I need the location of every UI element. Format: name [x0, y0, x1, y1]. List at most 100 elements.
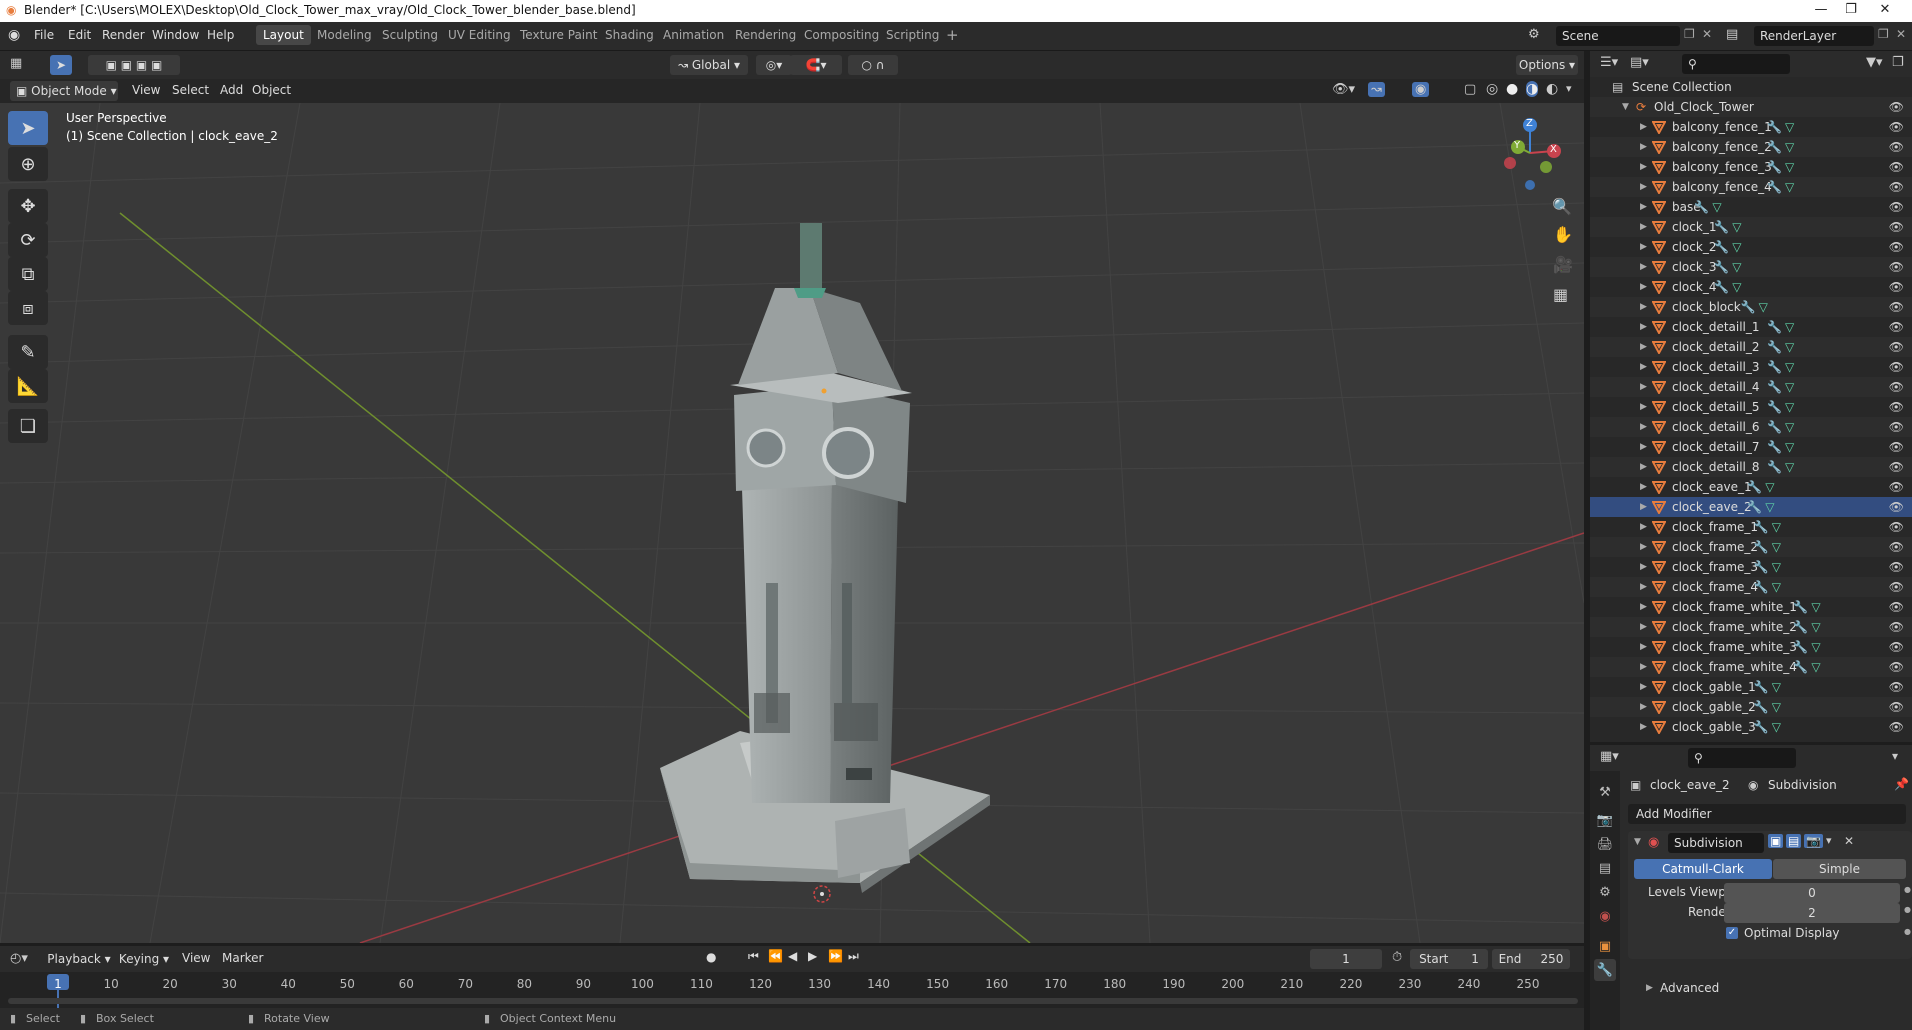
eye-icon[interactable]: 👁	[1889, 537, 1904, 557]
expand-arrow-icon[interactable]: ▶	[1640, 257, 1647, 277]
modifier-name-field[interactable]: Subdivision	[1668, 833, 1764, 853]
eye-icon[interactable]: 👁	[1889, 557, 1904, 577]
outliner-item[interactable]: ▶ clock_gable_2 🔧 ▽ 👁	[1590, 697, 1912, 717]
modifier-wrench-icon[interactable]: 🔧	[1754, 717, 1769, 737]
tab-modeling[interactable]: Modeling	[310, 25, 379, 45]
mesh-data-icon[interactable]: ▽	[1772, 557, 1781, 577]
modifier-wrench-icon[interactable]: 🔧	[1767, 377, 1782, 397]
outliner-item[interactable]: ▶ clock_detaill_7 🔧 ▽ 👁	[1590, 437, 1912, 457]
select-tool-button[interactable]: ➤	[50, 55, 72, 75]
mesh-data-icon[interactable]: ▽	[1732, 237, 1741, 257]
eye-icon[interactable]: 👁	[1889, 217, 1904, 237]
mesh-data-icon[interactable]: ▽	[1759, 297, 1768, 317]
modifier-wrench-icon[interactable]: 🔧	[1754, 537, 1769, 557]
eye-icon[interactable]: 👁	[1889, 377, 1904, 397]
tool-transform[interactable]: ⧈	[8, 291, 48, 325]
outliner-editor-icon[interactable]: ☰▾	[1600, 55, 1618, 70]
expand-arrow-icon[interactable]: ▼	[1622, 97, 1629, 117]
mesh-data-icon[interactable]: ▽	[1732, 277, 1741, 297]
outliner-item[interactable]: ▶ clock_gable_3 🔧 ▽ 👁	[1590, 717, 1912, 737]
mesh-data-icon[interactable]: ▽	[1772, 697, 1781, 717]
remove-modifier-icon[interactable]: ✕	[1844, 834, 1854, 848]
new-scene-icon[interactable]: ❐	[1684, 27, 1695, 41]
outliner-scene-collection[interactable]: ▤ Scene Collection	[1590, 77, 1912, 97]
viewport-menu-object[interactable]: Object	[252, 83, 291, 97]
outliner-item[interactable]: ▶ clock_block 🔧 ▽ 👁	[1590, 297, 1912, 317]
eye-icon[interactable]: 👁	[1889, 117, 1904, 137]
catmull-clark-button[interactable]: Catmull-Clark	[1634, 859, 1772, 879]
jump-start-icon[interactable]: ⏮	[748, 949, 759, 964]
tab-tool[interactable]: ⚒	[1594, 781, 1616, 803]
pan-hand-icon[interactable]: ✋	[1553, 225, 1573, 244]
mesh-data-icon[interactable]: ▽	[1772, 717, 1781, 737]
tab-sculpting[interactable]: Sculpting	[375, 25, 445, 45]
modifier-wrench-icon[interactable]: 🔧	[1754, 677, 1769, 697]
expand-arrow-icon[interactable]: ▶	[1640, 717, 1647, 737]
modifier-wrench-icon[interactable]: 🔧	[1754, 517, 1769, 537]
render-layer-icon[interactable]: ▤	[1726, 27, 1738, 42]
add-workspace-icon[interactable]: +	[946, 26, 959, 44]
expand-arrow-icon[interactable]: ▶	[1640, 557, 1647, 577]
outliner-item[interactable]: ▶ clock_gable_1 🔧 ▽ 👁	[1590, 677, 1912, 697]
expand-arrow-icon[interactable]: ▶	[1640, 617, 1647, 637]
mesh-data-icon[interactable]: ▽	[1811, 637, 1820, 657]
mesh-data-icon[interactable]: ▽	[1785, 377, 1794, 397]
eye-icon[interactable]: 👁	[1889, 97, 1904, 117]
mesh-data-icon[interactable]: ▽	[1772, 537, 1781, 557]
3d-viewport[interactable]: User Perspective (1) Scene Collection | …	[0, 103, 1584, 943]
eye-icon[interactable]: 👁	[1889, 417, 1904, 437]
outliner-collection-row[interactable]: ▼ ⟳ Old_Clock_Tower 👁	[1590, 97, 1912, 117]
outliner-item[interactable]: ▶ clock_detaill_8 🔧 ▽ 👁	[1590, 457, 1912, 477]
outliner-item[interactable]: ▶ clock_detaill_4 🔧 ▽ 👁	[1590, 377, 1912, 397]
mesh-data-icon[interactable]: ▽	[1785, 117, 1794, 137]
mesh-data-icon[interactable]: ▽	[1811, 597, 1820, 617]
proportional-editing-dropdown[interactable]: ○ ∩	[848, 55, 898, 75]
tool-annotate[interactable]: ✎	[8, 335, 48, 369]
keyframe-dot-icon[interactable]: ●	[1904, 927, 1911, 936]
properties-options-icon[interactable]: ▾	[1892, 749, 1898, 763]
expand-arrow-icon[interactable]: ▶	[1640, 457, 1647, 477]
visibility-icon[interactable]: 👁▾	[1332, 82, 1355, 97]
tab-render[interactable]: 📷	[1594, 809, 1616, 831]
eye-icon[interactable]: 👁	[1889, 477, 1904, 497]
outliner-item[interactable]: ▶ clock_frame_2 🔧 ▽ 👁	[1590, 537, 1912, 557]
mesh-data-icon[interactable]: ▽	[1765, 497, 1774, 517]
tool-select-box[interactable]: ➤	[8, 111, 48, 145]
mesh-data-icon[interactable]: ▽	[1772, 517, 1781, 537]
tab-world[interactable]: ◉	[1594, 905, 1616, 927]
pivot-point-dropdown[interactable]: ◎▾	[756, 55, 792, 75]
modifier-wrench-icon[interactable]: 🔧	[1793, 597, 1808, 617]
play-icon[interactable]: ▶	[808, 949, 817, 963]
expand-arrow-icon[interactable]: ▶	[1640, 397, 1647, 417]
modifier-wrench-icon[interactable]: 🔧	[1793, 657, 1808, 677]
zoom-icon[interactable]: 🔍	[1552, 197, 1572, 216]
properties-editor-icon[interactable]: ▦▾	[1600, 749, 1619, 764]
eye-icon[interactable]: 👁	[1889, 577, 1904, 597]
render-levels-field[interactable]: 2	[1724, 903, 1900, 923]
pin-icon[interactable]: 📌	[1894, 777, 1909, 791]
expand-arrow-icon[interactable]: ▶	[1640, 497, 1647, 517]
properties-search-input[interactable]: ⚲	[1688, 748, 1796, 768]
scene-field[interactable]: Scene	[1556, 26, 1680, 46]
expand-arrow-icon[interactable]: ▶	[1640, 217, 1647, 237]
tab-object[interactable]: ▣	[1594, 935, 1616, 957]
tab-layout[interactable]: Layout	[256, 25, 311, 45]
new-collection-icon[interactable]: ❐	[1892, 55, 1904, 70]
outliner-item[interactable]: ▶ clock_detaill_3 🔧 ▽ 👁	[1590, 357, 1912, 377]
eye-icon[interactable]: 👁	[1889, 697, 1904, 717]
outliner-item[interactable]: ▶ balcony_fence_1 🔧 ▽ 👁	[1590, 117, 1912, 137]
modifier-wrench-icon[interactable]: 🔧	[1714, 237, 1729, 257]
next-keyframe-icon[interactable]: ⏩	[828, 949, 843, 963]
outliner-search-input[interactable]: ⚲	[1682, 54, 1790, 74]
mesh-data-icon[interactable]: ▽	[1772, 677, 1781, 697]
tool-add-cube[interactable]: ❏	[8, 409, 48, 443]
outliner-item[interactable]: ▶ balcony_fence_3 🔧 ▽ 👁	[1590, 157, 1912, 177]
tab-animation[interactable]: Animation	[656, 25, 731, 45]
mesh-data-icon[interactable]: ▽	[1785, 417, 1794, 437]
mesh-data-icon[interactable]: ▽	[1785, 137, 1794, 157]
tool-cursor[interactable]: ⊕	[8, 147, 48, 181]
outliner-item[interactable]: ▶ clock_eave_2 🔧 ▽ 👁	[1590, 497, 1912, 517]
tab-view-layer[interactable]: ▤	[1594, 857, 1616, 879]
xray-toggle-icon[interactable]: ▢	[1464, 82, 1476, 97]
outliner-item[interactable]: ▶ clock_frame_1 🔧 ▽ 👁	[1590, 517, 1912, 537]
